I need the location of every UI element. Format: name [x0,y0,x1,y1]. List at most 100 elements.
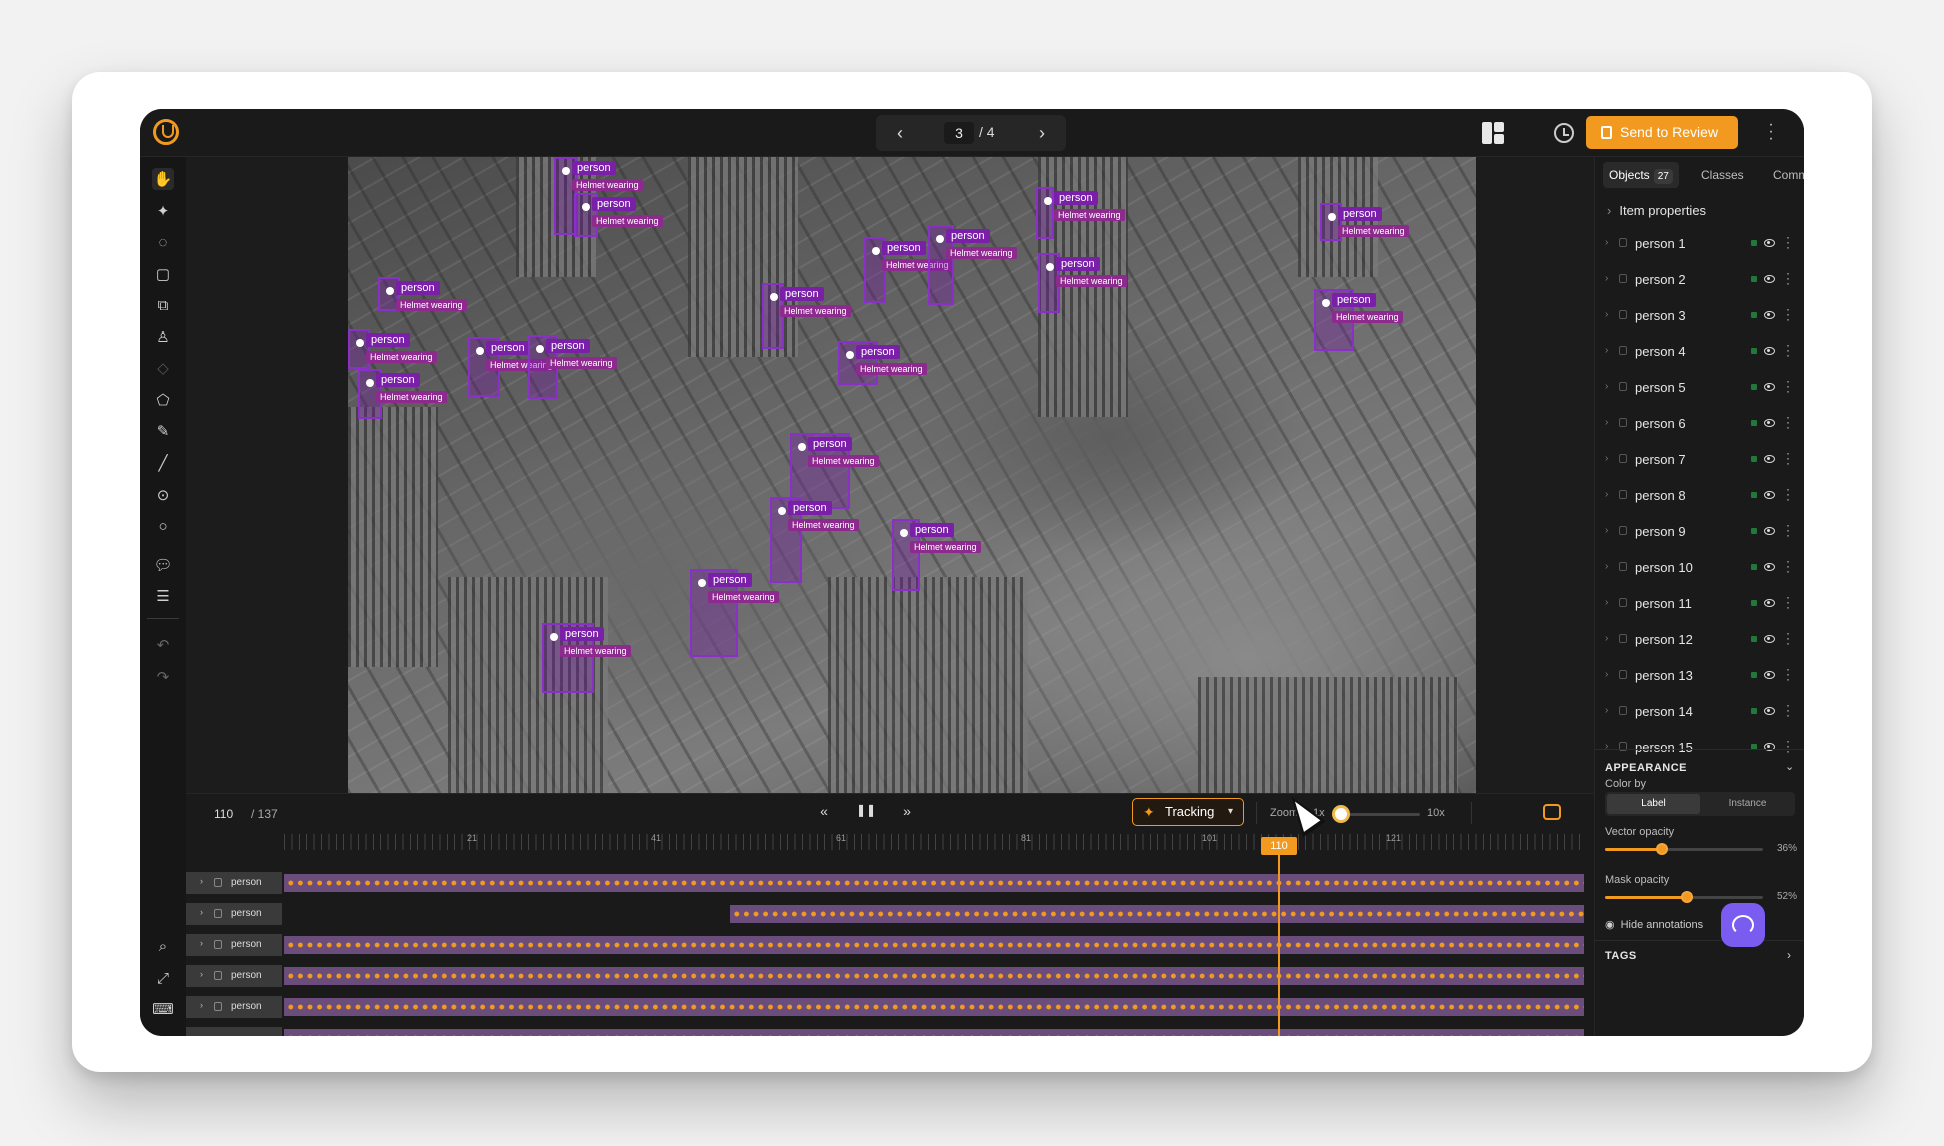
chevron-right-icon[interactable]: › [200,1000,203,1010]
list-item[interactable]: › person 10 · · · [1595,553,1804,583]
annotation-box[interactable]: person Helmet wearing [1314,289,1403,351]
mask-opacity-slider[interactable] [1605,891,1763,903]
point-icon[interactable]: ⊙ [152,484,174,506]
eye-icon[interactable] [1764,419,1775,427]
rectangle-icon[interactable]: ▢ [152,263,174,285]
brush-icon[interactable]: ♙ [152,326,174,348]
lock-icon[interactable] [1619,490,1627,499]
keyboard-icon[interactable]: ⌨ [152,998,174,1020]
list-item[interactable]: › person 15 · · · [1595,733,1804,763]
eye-icon[interactable] [1764,347,1775,355]
video-frame-image[interactable]: person Helmet wearing person Helmet wearin… [348,157,1476,793]
annotation-box[interactable]: person Helmet wearing [770,497,859,583]
track-keyframes[interactable] [729,905,1584,923]
more-icon[interactable]: · · · [1785,411,1791,433]
annotation-box[interactable]: person Helmet wearing [358,369,447,419]
chevron-right-icon[interactable]: › [1605,561,1608,572]
eye-icon[interactable] [1764,491,1775,499]
lock-icon[interactable] [1619,346,1627,355]
lock-icon[interactable] [1619,562,1627,571]
track-row[interactable] [186,1027,1594,1036]
chevron-right-icon[interactable]: › [200,969,203,979]
annotation-box[interactable]: person Helmet wearing [762,283,851,349]
lock-icon[interactable] [214,909,222,918]
polygon-icon[interactable]: ⬠ [152,389,174,411]
list-item[interactable]: › person 12 · · · [1595,625,1804,655]
tab-objects[interactable]: Objects 27 [1603,162,1679,188]
rewind-icon[interactable]: « [814,803,834,819]
eraser-icon[interactable]: ◇ [152,357,174,379]
lock-icon[interactable] [1619,310,1627,319]
annotation-box[interactable]: person Helmet wearing [348,329,437,369]
lock-icon[interactable] [1619,454,1627,463]
more-icon[interactable]: · · · [1785,519,1791,541]
hide-annotations-toggle[interactable]: ◉ Hide annotations [1605,918,1703,931]
list-item[interactable]: › person 1 · · · [1595,229,1804,259]
eye-icon[interactable] [1764,599,1775,607]
track-row[interactable]: › person [186,965,1594,987]
eye-icon[interactable] [1764,455,1775,463]
annotation-box[interactable]: person Helmet wearing [528,335,617,399]
lock-icon[interactable] [214,940,222,949]
chevron-right-icon[interactable]: › [1605,525,1608,536]
track-keyframes[interactable] [284,936,1584,954]
fast-forward-icon[interactable]: » [897,803,917,819]
lock-icon[interactable] [214,1002,222,1011]
more-icon[interactable]: · · · [1785,591,1791,613]
search-icon[interactable]: ⌕ [152,935,174,957]
settings-sliders-icon[interactable]: ☰ [152,585,174,607]
more-icon[interactable]: · · · [1785,375,1791,397]
more-icon[interactable]: · · · [1785,303,1791,325]
more-icon[interactable]: · · · [1785,447,1791,469]
annotation-box[interactable]: person Helmet wearing [838,341,927,385]
page-current-input[interactable]: 3 [944,122,974,144]
eye-icon[interactable] [1764,275,1775,283]
chevron-right-icon[interactable]: › [1605,669,1608,680]
list-item[interactable]: › person 5 · · · [1595,373,1804,403]
list-item[interactable]: › person 9 · · · [1595,517,1804,547]
eye-icon[interactable] [1764,563,1775,571]
lock-icon[interactable] [1619,634,1627,643]
annotation-box[interactable]: person Helmet wearing [928,225,1017,305]
lock-icon[interactable] [1619,706,1627,715]
tab-classes[interactable]: Classes [1695,162,1750,188]
track-keyframes[interactable] [284,874,1584,892]
more-icon[interactable]: · · · [1785,339,1791,361]
chevron-right-icon[interactable]: › [1605,273,1608,284]
chevron-right-icon[interactable]: › [1605,741,1608,752]
annotation-box[interactable]: person Helmet wearing [378,277,467,311]
magic-wand-icon[interactable]: ✦ [152,200,174,222]
track-row[interactable]: › person [186,872,1594,894]
chevron-right-icon[interactable]: › [1605,633,1608,644]
eye-icon[interactable] [1764,527,1775,535]
list-item[interactable]: › person 7 · · · [1595,445,1804,475]
vector-opacity-knob[interactable] [1655,843,1668,855]
annotation-box[interactable]: person Helmet wearing [468,337,557,397]
chevron-right-icon[interactable]: › [200,907,203,917]
list-item[interactable]: › person 14 · · · [1595,697,1804,727]
lock-icon[interactable] [1619,238,1627,247]
chevron-right-icon[interactable]: › [1605,489,1608,500]
lock-icon[interactable] [1619,382,1627,391]
chevron-right-icon[interactable]: › [1605,309,1608,320]
chevron-right-icon[interactable]: › [1605,237,1608,248]
lock-icon[interactable] [1619,670,1627,679]
cuboid-icon[interactable]: ⧉ [152,294,174,316]
playhead-marker[interactable]: 110 [1261,837,1297,855]
track-row[interactable]: › person [186,934,1594,956]
fit-screen-icon[interactable]: ⤢ [152,967,174,989]
annotation-box[interactable]: person Helmet wearing [892,519,981,591]
circle-icon[interactable]: ○ [152,515,174,537]
pause-icon[interactable]: ❚❚ [856,803,876,817]
track-label[interactable]: › person [186,996,282,1018]
eye-icon[interactable] [1764,311,1775,319]
more-icon[interactable]: · · · [1785,231,1791,253]
track-keyframes[interactable] [284,998,1584,1016]
color-by-label-option[interactable]: Label [1607,794,1700,814]
more-icon[interactable]: · · · [1785,699,1791,721]
eye-icon[interactable] [1764,671,1775,679]
chevron-right-icon[interactable]: › [1787,948,1791,962]
undo-icon[interactable]: ↶ [152,634,174,656]
lock-icon[interactable] [1619,526,1627,535]
track-label[interactable]: › person [186,872,282,894]
